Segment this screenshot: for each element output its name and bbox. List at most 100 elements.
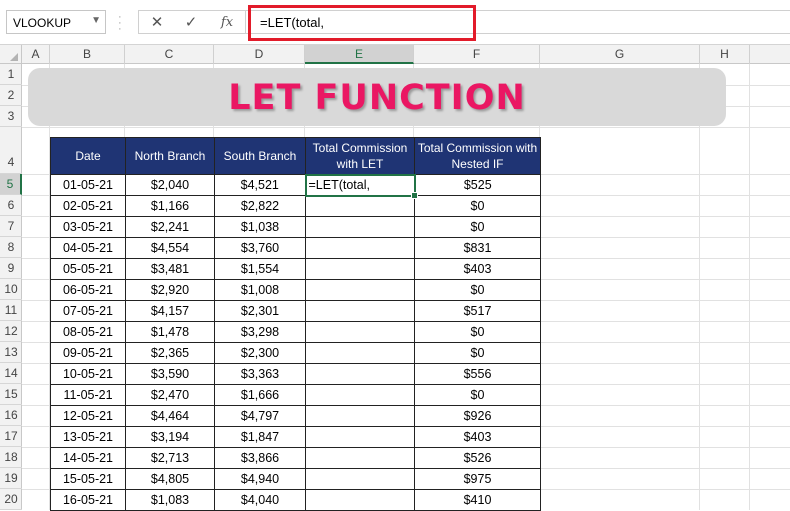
column-header-d[interactable]: D <box>214 45 305 64</box>
date-cell[interactable]: 10-05-21 <box>50 363 126 385</box>
commission-let-cell[interactable] <box>305 426 415 448</box>
header-total-commission-let[interactable]: Total Commission with LET <box>305 137 415 175</box>
date-cell[interactable]: 13-05-21 <box>50 426 126 448</box>
commission-nested-if-cell[interactable]: $525 <box>414 174 541 196</box>
commission-let-cell[interactable] <box>305 342 415 364</box>
commission-nested-if-cell[interactable]: $975 <box>414 468 541 490</box>
cancel-icon[interactable]: ✕ <box>143 13 171 33</box>
north-branch-cell[interactable]: $2,713 <box>125 447 215 469</box>
south-branch-cell[interactable]: $3,363 <box>214 363 306 385</box>
commission-nested-if-cell[interactable]: $926 <box>414 405 541 427</box>
enter-icon[interactable]: ✓ <box>177 13 205 33</box>
commission-nested-if-cell[interactable]: $0 <box>414 321 541 343</box>
north-branch-cell[interactable]: $1,166 <box>125 195 215 217</box>
row-header-8[interactable]: 8 <box>0 237 22 258</box>
header-south-branch[interactable]: South Branch <box>214 137 306 175</box>
south-branch-cell[interactable]: $1,008 <box>214 279 306 301</box>
north-branch-cell[interactable]: $3,590 <box>125 363 215 385</box>
commission-nested-if-cell[interactable]: $410 <box>414 489 541 511</box>
commission-nested-if-cell[interactable]: $831 <box>414 237 541 259</box>
row-header-3[interactable]: 3 <box>0 106 22 127</box>
date-cell[interactable]: 09-05-21 <box>50 342 126 364</box>
south-branch-cell[interactable]: $1,038 <box>214 216 306 238</box>
south-branch-cell[interactable]: $2,300 <box>214 342 306 364</box>
south-branch-cell[interactable]: $1,666 <box>214 384 306 406</box>
row-header-15[interactable]: 15 <box>0 384 22 405</box>
drag-handle-icon[interactable]: · · · <box>118 12 122 35</box>
row-header-1[interactable]: 1 <box>0 64 22 85</box>
column-header-b[interactable]: B <box>50 45 125 64</box>
header-north-branch[interactable]: North Branch <box>125 137 215 175</box>
north-branch-cell[interactable]: $4,554 <box>125 237 215 259</box>
north-branch-cell[interactable]: $3,194 <box>125 426 215 448</box>
header-total-commission-nested-if[interactable]: Total Commission with Nested IF <box>414 137 541 175</box>
north-branch-cell[interactable]: $4,805 <box>125 468 215 490</box>
commission-nested-if-cell[interactable]: $0 <box>414 279 541 301</box>
commission-nested-if-cell[interactable]: $0 <box>414 342 541 364</box>
commission-nested-if-cell[interactable]: $0 <box>414 216 541 238</box>
commission-let-cell[interactable] <box>305 300 415 322</box>
south-branch-cell[interactable]: $4,797 <box>214 405 306 427</box>
north-branch-cell[interactable]: $2,040 <box>125 174 215 196</box>
row-header-7[interactable]: 7 <box>0 216 22 237</box>
south-branch-cell[interactable]: $2,301 <box>214 300 306 322</box>
insert-function-icon[interactable]: fx <box>213 13 241 33</box>
south-branch-cell[interactable]: $3,298 <box>214 321 306 343</box>
commission-nested-if-cell[interactable]: $517 <box>414 300 541 322</box>
name-box[interactable]: VLOOKUP ▼ <box>6 10 106 34</box>
commission-let-cell[interactable] <box>305 279 415 301</box>
commission-let-cell[interactable] <box>305 384 415 406</box>
commission-let-cell[interactable] <box>305 447 415 469</box>
chevron-down-icon[interactable]: ▼ <box>91 15 101 26</box>
date-cell[interactable]: 03-05-21 <box>50 216 126 238</box>
south-branch-cell[interactable]: $2,822 <box>214 195 306 217</box>
date-cell[interactable]: 08-05-21 <box>50 321 126 343</box>
date-cell[interactable]: 07-05-21 <box>50 300 126 322</box>
date-cell[interactable]: 06-05-21 <box>50 279 126 301</box>
north-branch-cell[interactable]: $1,083 <box>125 489 215 511</box>
date-cell[interactable]: 01-05-21 <box>50 174 126 196</box>
commission-let-cell[interactable] <box>305 363 415 385</box>
column-header-e[interactable]: E <box>305 45 414 64</box>
date-cell[interactable]: 11-05-21 <box>50 384 126 406</box>
row-header-9[interactable]: 9 <box>0 258 22 279</box>
south-branch-cell[interactable]: $4,521 <box>214 174 306 196</box>
date-cell[interactable]: 15-05-21 <box>50 468 126 490</box>
commission-let-cell[interactable] <box>305 405 415 427</box>
column-header-c[interactable]: C <box>125 45 214 64</box>
date-cell[interactable]: 16-05-21 <box>50 489 126 511</box>
row-header-2[interactable]: 2 <box>0 85 22 106</box>
row-header-19[interactable]: 19 <box>0 468 22 489</box>
south-branch-cell[interactable]: $1,554 <box>214 258 306 280</box>
commission-nested-if-cell[interactable]: $403 <box>414 258 541 280</box>
north-branch-cell[interactable]: $4,157 <box>125 300 215 322</box>
south-branch-cell[interactable]: $4,040 <box>214 489 306 511</box>
column-header-f[interactable]: F <box>414 45 540 64</box>
header-date[interactable]: Date <box>50 137 126 175</box>
commission-nested-if-cell[interactable]: $0 <box>414 384 541 406</box>
row-header-11[interactable]: 11 <box>0 300 22 321</box>
north-branch-cell[interactable]: $2,241 <box>125 216 215 238</box>
north-branch-cell[interactable]: $4,464 <box>125 405 215 427</box>
date-cell[interactable]: 05-05-21 <box>50 258 126 280</box>
commission-let-cell[interactable] <box>305 216 415 238</box>
row-header-17[interactable]: 17 <box>0 426 22 447</box>
row-header-10[interactable]: 10 <box>0 279 22 300</box>
commission-nested-if-cell[interactable]: $526 <box>414 447 541 469</box>
south-branch-cell[interactable]: $3,866 <box>214 447 306 469</box>
commission-nested-if-cell[interactable]: $403 <box>414 426 541 448</box>
date-cell[interactable]: 04-05-21 <box>50 237 126 259</box>
row-header-6[interactable]: 6 <box>0 195 22 216</box>
date-cell[interactable]: 02-05-21 <box>50 195 126 217</box>
commission-let-cell[interactable] <box>305 489 415 511</box>
column-header-g[interactable]: G <box>540 45 700 64</box>
north-branch-cell[interactable]: $1,478 <box>125 321 215 343</box>
row-header-20[interactable]: 20 <box>0 489 22 510</box>
north-branch-cell[interactable]: $3,481 <box>125 258 215 280</box>
row-header-13[interactable]: 13 <box>0 342 22 363</box>
commission-let-cell[interactable] <box>305 258 415 280</box>
column-header-h[interactable]: H <box>700 45 750 64</box>
north-branch-cell[interactable]: $2,920 <box>125 279 215 301</box>
north-branch-cell[interactable]: $2,365 <box>125 342 215 364</box>
select-all-button[interactable] <box>0 45 22 64</box>
